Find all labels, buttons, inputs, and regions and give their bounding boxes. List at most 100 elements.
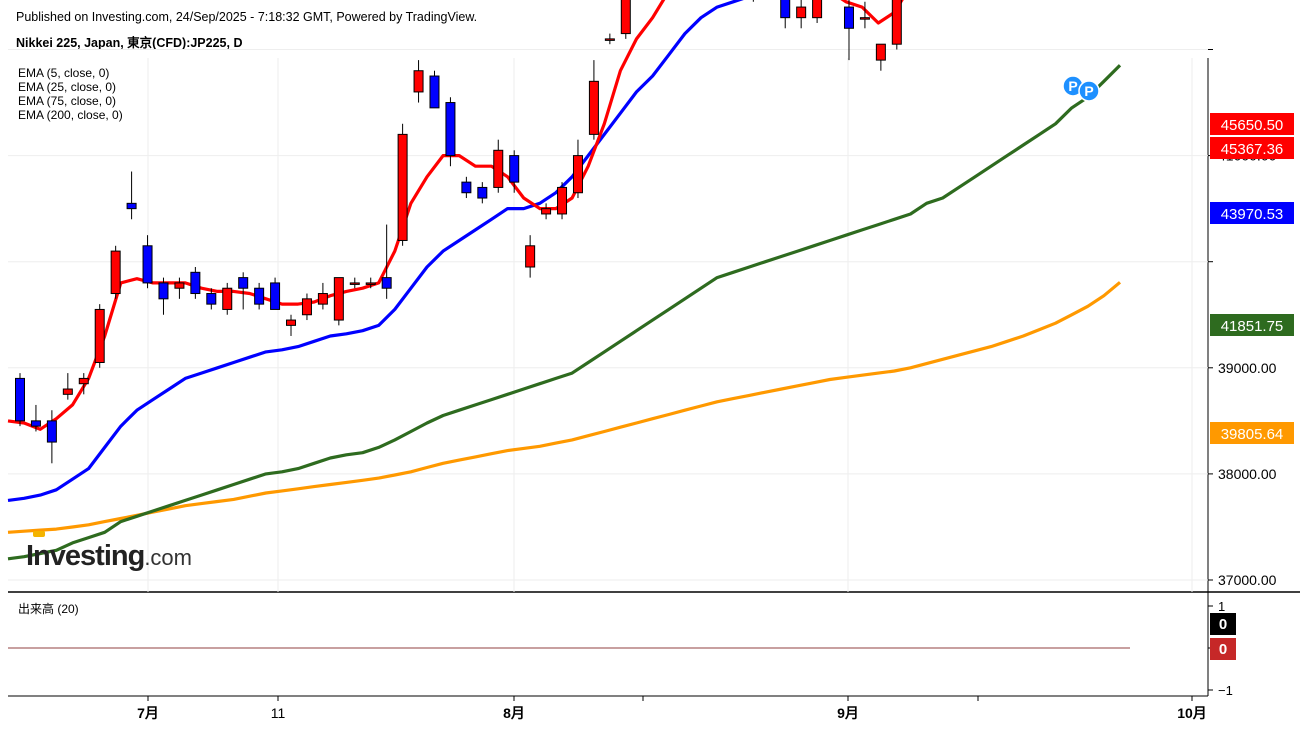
price-label-last: 45650.50: [1221, 117, 1284, 134]
candle: [572, 139, 583, 199]
candle-body: [270, 282, 281, 310]
logo-mark: [33, 531, 45, 537]
candle-body: [557, 186, 568, 215]
candle: [254, 282, 265, 310]
candle-body: [301, 298, 312, 316]
candle: [525, 235, 536, 278]
price-chart[interactable]: 37000.0038000.0039000.0041000.0043000.00…: [0, 0, 1300, 730]
candle-body: [891, 0, 902, 45]
time-tick-label: 11: [271, 705, 286, 721]
candle: [397, 123, 408, 246]
candle: [752, 0, 754, 2]
candle-body: [365, 282, 376, 285]
candle-body: [190, 271, 201, 295]
candle-body: [429, 75, 440, 109]
time-tick-label: 9月: [837, 705, 859, 721]
candle: [94, 304, 105, 368]
candle-body: [780, 0, 791, 19]
candle: [620, 0, 631, 39]
candle-body: [541, 208, 552, 215]
candle-body: [317, 293, 328, 305]
candle: [812, 0, 823, 23]
ema-line-ema25: [7, 0, 744, 502]
candle: [110, 245, 121, 299]
indicator-ema25-label: EMA (25, close, 0): [18, 80, 117, 94]
price-label-ema5: 45367.36: [1221, 141, 1284, 158]
time-tick-label: 8月: [503, 705, 525, 721]
candle-body: [843, 6, 854, 29]
candle-body: [238, 277, 249, 289]
indicator-ema5-label: EMA (5, close, 0): [18, 66, 110, 80]
candle: [429, 70, 440, 109]
candle-body: [875, 43, 886, 61]
candle: [317, 282, 328, 310]
candle-body: [509, 155, 520, 183]
candle-body: [525, 245, 536, 268]
candle: [190, 267, 201, 299]
candle-body: [110, 250, 121, 295]
candle-body: [796, 6, 807, 19]
candle-body: [859, 17, 870, 20]
pin-label: P: [1084, 83, 1093, 99]
candle: [445, 97, 456, 167]
candle: [15, 373, 25, 427]
price-tick-label: 38000.00: [1218, 466, 1277, 482]
volume-label: 出来高 (20): [18, 602, 79, 616]
candle-body: [812, 0, 823, 19]
candle: [142, 235, 153, 289]
candle: [477, 182, 488, 204]
candle: [461, 176, 472, 199]
candle: [349, 277, 360, 289]
candle-body: [588, 80, 599, 135]
candle-body: [142, 245, 153, 284]
time-tick-label: 10月: [1177, 705, 1207, 721]
candle-body: [572, 155, 583, 194]
candle-body: [158, 282, 169, 300]
candle: [509, 150, 520, 193]
investing-logo: Investing.com: [26, 531, 192, 573]
candle-body: [445, 102, 456, 157]
volume-ma-label: 0: [1219, 641, 1227, 658]
candle: [413, 60, 424, 103]
candle-body: [604, 38, 615, 41]
candle-body: [381, 277, 392, 289]
indicator-ema200-label: EMA (200, close, 0): [18, 108, 123, 122]
candle-body: [78, 377, 89, 385]
time-tick-label: 7月: [137, 705, 159, 721]
ema-line-ema5: [7, 0, 904, 431]
logo-main: Investing: [26, 540, 145, 572]
candle-body: [30, 420, 41, 427]
ema-line-ema200: [7, 281, 1122, 534]
candle: [222, 282, 233, 315]
candle: [843, 0, 854, 61]
candle-body: [349, 282, 360, 285]
candle: [62, 373, 73, 400]
pin-label: P: [1068, 78, 1077, 94]
candle-body: [174, 282, 185, 289]
candle-body: [286, 319, 297, 326]
price-tick-label: 37000.00: [1218, 572, 1277, 588]
candle-body: [620, 0, 631, 35]
candle: [174, 277, 185, 299]
price-tick-label: 39000.00: [1218, 360, 1277, 376]
candle-body: [397, 133, 408, 241]
candle: [891, 0, 902, 50]
candle-body: [62, 388, 73, 395]
candle-body: [94, 308, 105, 363]
candle-body: [477, 186, 488, 199]
candle-body: [222, 287, 233, 310]
candle-body: [333, 277, 344, 321]
candle: [875, 43, 886, 71]
candle: [158, 277, 169, 315]
candle-body: [413, 70, 424, 93]
candle: [604, 33, 615, 45]
ema-line-ema75: [7, 64, 1122, 561]
candle: [301, 293, 312, 321]
candle-body: [493, 149, 504, 188]
candle: [126, 171, 137, 220]
volume-tick-label: 1: [1218, 599, 1225, 614]
candle-body: [254, 287, 265, 305]
candle-body: [461, 181, 472, 194]
volume-tick-label: −1: [1218, 683, 1233, 698]
candle-body: [46, 420, 57, 443]
